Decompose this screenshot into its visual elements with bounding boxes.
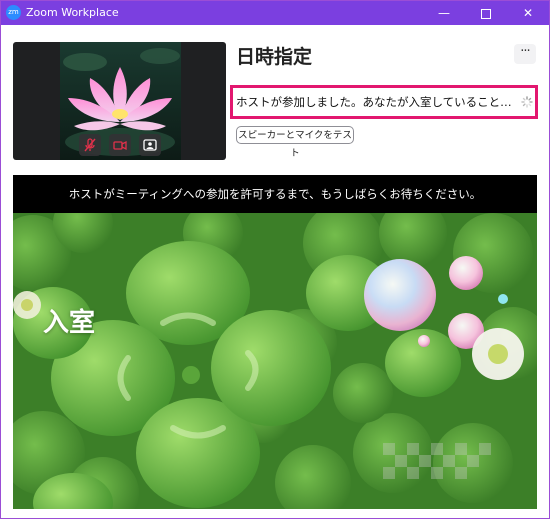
zoom-window: zm Zoom Workplace — ✕ 日時指定 ··· ホストが参加しまし… <box>0 0 550 519</box>
zoom-logo-icon: zm <box>6 5 21 20</box>
maximize-button[interactable] <box>467 1 505 25</box>
mic-toggle-button[interactable] <box>79 134 101 156</box>
video-preview <box>13 42 226 160</box>
maximize-icon <box>481 8 491 19</box>
status-message-box: ホストが参加しました。あなたが入室していることがホス… <box>230 85 538 119</box>
waiting-message: ホストがミーティングへの参加を許可するまで、もうしばらくお待ちください。 <box>13 175 537 213</box>
minimize-button[interactable]: — <box>425 1 463 25</box>
status-message: ホストが参加しました。あなたが入室していることがホス… <box>236 95 518 109</box>
background-button[interactable] <box>139 134 161 156</box>
mic-muted-icon <box>84 138 96 152</box>
more-options-button[interactable]: ··· <box>514 44 536 64</box>
loading-spinner-icon <box>521 96 533 108</box>
test-speaker-mic-button[interactable]: スピーカーとマイクをテスト <box>236 126 354 159</box>
meeting-title: 日時指定 <box>236 46 313 68</box>
camera-off-icon <box>113 140 127 151</box>
title-bar[interactable]: zm Zoom Workplace — ✕ <box>1 1 549 25</box>
background-icon <box>143 139 157 151</box>
clover-background-image <box>13 213 537 509</box>
window-title: Zoom Workplace <box>26 6 119 19</box>
waiting-room-panel: ホストがミーティングへの参加を許可するまで、もうしばらくお待ちください。 入室 <box>13 175 537 509</box>
camera-toggle-button[interactable] <box>109 134 131 156</box>
clover-flower-right <box>472 328 524 380</box>
close-button[interactable]: ✕ <box>509 1 547 25</box>
entry-caption: 入室 <box>43 308 96 338</box>
